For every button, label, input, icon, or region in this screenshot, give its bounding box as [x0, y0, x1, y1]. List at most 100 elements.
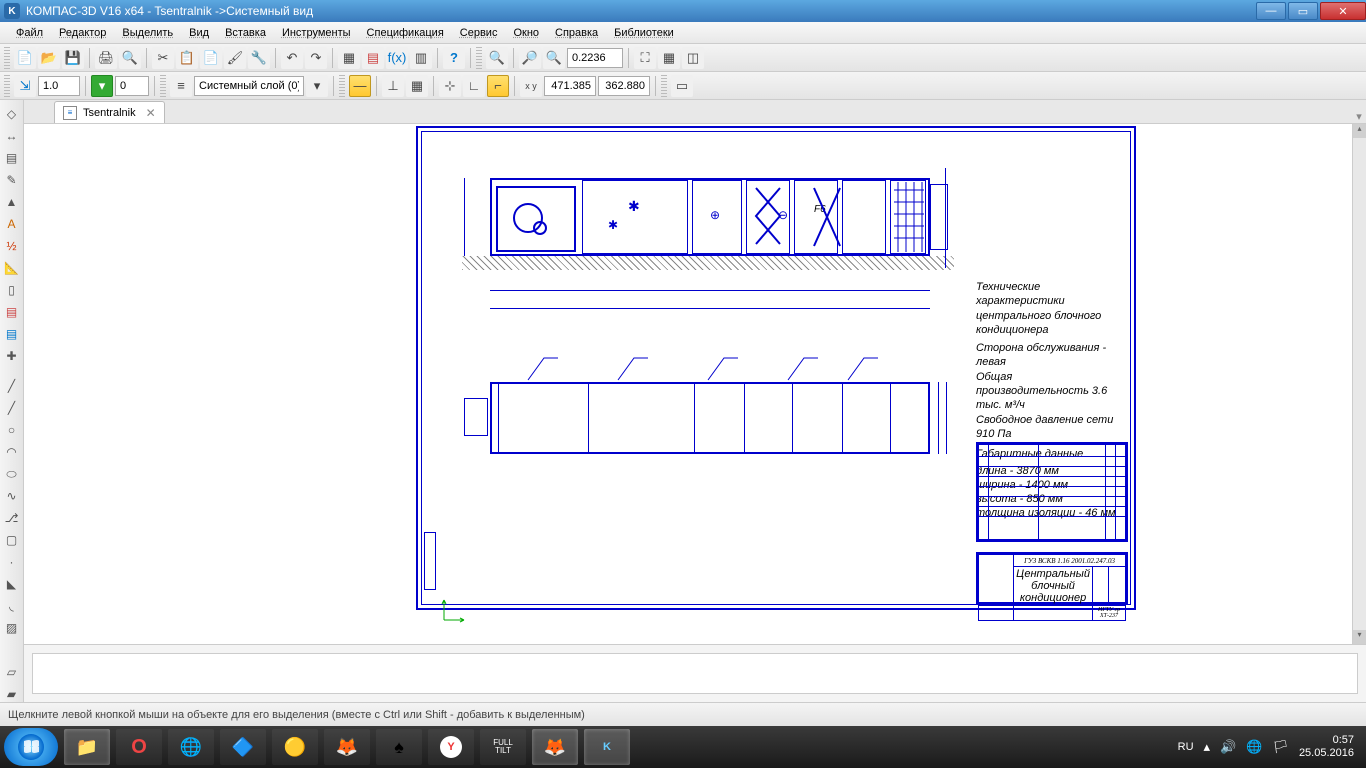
- circle-icon[interactable]: ○: [2, 420, 22, 440]
- linestyle-button[interactable]: —: [349, 75, 371, 97]
- menu-insert[interactable]: Вставка: [217, 25, 274, 41]
- action-center-icon[interactable]: 🏳: [1272, 739, 1289, 755]
- new-button[interactable]: 📄: [14, 47, 36, 69]
- zoom-value-input[interactable]: [567, 48, 623, 68]
- text-icon[interactable]: A: [2, 214, 22, 234]
- menu-libraries[interactable]: Библиотеки: [606, 25, 682, 41]
- volume-icon[interactable]: 🔊: [1220, 739, 1236, 755]
- measure-icon[interactable]: 📐: [2, 258, 22, 278]
- coord-x-input[interactable]: [544, 76, 596, 96]
- angle-button[interactable]: ∟: [463, 75, 485, 97]
- taskbar-fulltilt[interactable]: FULLTILT: [480, 729, 526, 765]
- designations-icon[interactable]: ▤: [2, 148, 22, 168]
- spreadsheet-button[interactable]: ▥: [410, 47, 432, 69]
- toolbar-grip[interactable]: [4, 47, 10, 69]
- property-panel-content[interactable]: [32, 653, 1358, 694]
- scroll-down-icon[interactable]: ▾: [1353, 630, 1366, 644]
- cut-button[interactable]: ✂: [152, 47, 174, 69]
- taskbar-opera[interactable]: O: [116, 729, 162, 765]
- taskbar-explorer[interactable]: 📁: [64, 729, 110, 765]
- layer-color-icon[interactable]: ▾: [91, 75, 113, 97]
- taskbar-chrome[interactable]: 🌐: [168, 729, 214, 765]
- layer-name-input[interactable]: [194, 76, 304, 96]
- minimize-button[interactable]: —: [1256, 2, 1286, 20]
- format-painter-button[interactable]: 🖌: [224, 47, 246, 69]
- drawing-canvas[interactable]: ✱ ✱ ⊕ ⊖ F6 Технические характерист: [24, 124, 1352, 644]
- undo-button[interactable]: ↶: [281, 47, 303, 69]
- properties-button[interactable]: 🔧: [248, 47, 270, 69]
- network-icon[interactable]: 🌐: [1246, 739, 1262, 755]
- layer-number-input[interactable]: [115, 76, 149, 96]
- layers-button[interactable]: ≡: [170, 75, 192, 97]
- taskbar-pokerstars[interactable]: ♠: [376, 729, 422, 765]
- scroll-up-icon[interactable]: ▴: [1353, 124, 1366, 138]
- language-indicator[interactable]: RU: [1178, 741, 1194, 753]
- param-icon[interactable]: ½: [2, 236, 22, 256]
- redraw-button[interactable]: ◫: [682, 47, 704, 69]
- menu-help[interactable]: Справка: [547, 25, 606, 41]
- close-button[interactable]: ✕: [1320, 2, 1366, 20]
- paste-button[interactable]: 📄: [200, 47, 222, 69]
- taskbar-yandex[interactable]: Y: [428, 729, 474, 765]
- taskbar-firefox[interactable]: 🦊: [324, 729, 370, 765]
- vertical-scrollbar[interactable]: ▴ ▾: [1352, 124, 1366, 644]
- insert-icon[interactable]: ✚: [2, 346, 22, 366]
- toolbar-grip[interactable]: [339, 75, 345, 97]
- ortho-button[interactable]: ⊥: [382, 75, 404, 97]
- toolbar-grip[interactable]: [476, 47, 482, 69]
- line-icon[interactable]: ╱: [2, 376, 22, 396]
- toolbar-grip[interactable]: [661, 75, 667, 97]
- menu-spec[interactable]: Спецификация: [359, 25, 452, 41]
- menu-service[interactable]: Сервис: [452, 25, 506, 41]
- report-icon[interactable]: ▤: [2, 324, 22, 344]
- snap-pt-button[interactable]: ⊹: [439, 75, 461, 97]
- hatch-icon[interactable]: ▨: [2, 618, 22, 638]
- tab-close-icon[interactable]: ✕: [146, 106, 156, 120]
- start-button[interactable]: [4, 728, 58, 766]
- layer-dropdown[interactable]: ▾: [306, 75, 328, 97]
- tabstrip-dropdown[interactable]: ▾: [1352, 110, 1366, 123]
- local-cs-button[interactable]: ⌐: [487, 75, 509, 97]
- rectangle-icon[interactable]: ▢: [2, 530, 22, 550]
- zoom-window-button[interactable]: 🔍: [486, 47, 508, 69]
- toolbar-grip[interactable]: [4, 75, 10, 97]
- menu-select[interactable]: Выделить: [114, 25, 181, 41]
- geometry-icon[interactable]: ◇: [2, 104, 22, 124]
- maximize-button[interactable]: ▭: [1288, 2, 1318, 20]
- redo-button[interactable]: ↷: [305, 47, 327, 69]
- menu-editor[interactable]: Редактор: [51, 25, 114, 41]
- grid-button[interactable]: ▦: [406, 75, 428, 97]
- menu-window[interactable]: Окно: [505, 25, 547, 41]
- panel-button[interactable]: ▭: [671, 75, 693, 97]
- taskbar-kompas[interactable]: K: [584, 729, 630, 765]
- taskbar-app[interactable]: 🔷: [220, 729, 266, 765]
- menu-view[interactable]: Вид: [181, 25, 217, 41]
- spline-icon[interactable]: ∿: [2, 486, 22, 506]
- mode-1-icon[interactable]: ▱: [2, 662, 22, 682]
- arc-icon[interactable]: ◠: [2, 442, 22, 462]
- table-button[interactable]: ▦: [338, 47, 360, 69]
- tab-tsentralnik[interactable]: ≡ Tsentralnik ✕: [54, 101, 165, 123]
- point-icon[interactable]: ·: [2, 552, 22, 572]
- taskbar-app[interactable]: 🟡: [272, 729, 318, 765]
- snap-button[interactable]: ⇲: [14, 75, 36, 97]
- broken-icon[interactable]: ⎇: [2, 508, 22, 528]
- scale-input[interactable]: [38, 76, 80, 96]
- chamfer-icon[interactable]: ◣: [2, 574, 22, 594]
- fillet-icon[interactable]: ◟: [2, 596, 22, 616]
- print-button[interactable]: 🖨: [95, 47, 117, 69]
- select-icon[interactable]: ▯: [2, 280, 22, 300]
- menu-file[interactable]: Файл: [8, 25, 51, 41]
- coord-y-input[interactable]: [598, 76, 650, 96]
- spec-icon[interactable]: ▤: [2, 302, 22, 322]
- toolbar-grip[interactable]: [160, 75, 166, 97]
- preview-button[interactable]: 🔍: [119, 47, 141, 69]
- taskbar-firefox[interactable]: 🦊: [532, 729, 578, 765]
- save-button[interactable]: 💾: [62, 47, 84, 69]
- mode-2-icon[interactable]: ▰: [2, 684, 22, 704]
- ellipse-icon[interactable]: ⬭: [2, 464, 22, 484]
- zoom-in-button[interactable]: 🔎: [519, 47, 541, 69]
- clock[interactable]: 0:57 25.05.2016: [1299, 734, 1354, 760]
- variables-button[interactable]: f(x): [386, 47, 408, 69]
- spec-button[interactable]: ▤: [362, 47, 384, 69]
